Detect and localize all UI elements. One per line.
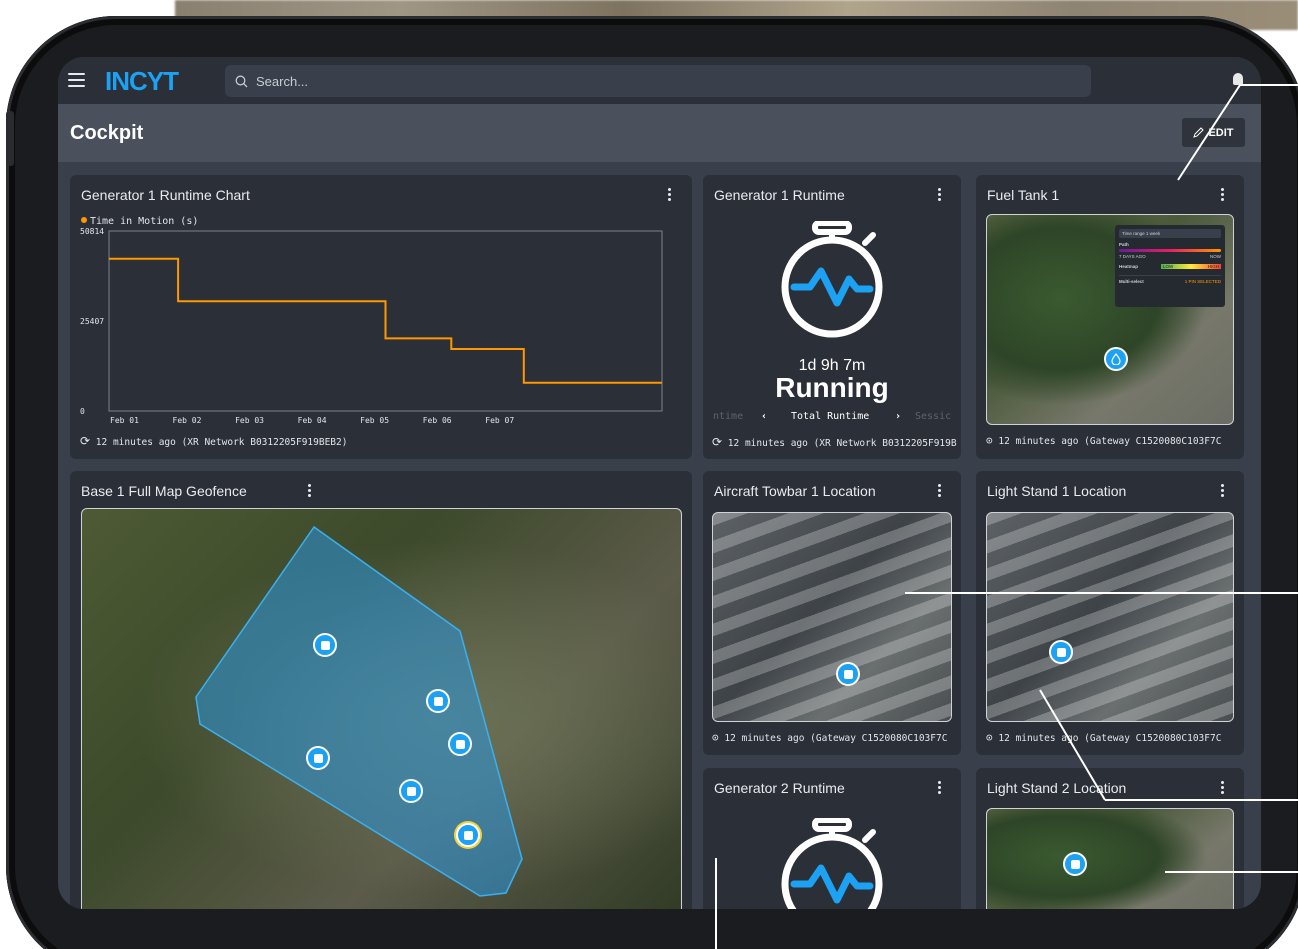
callout-lines	[715, 84, 1298, 949]
